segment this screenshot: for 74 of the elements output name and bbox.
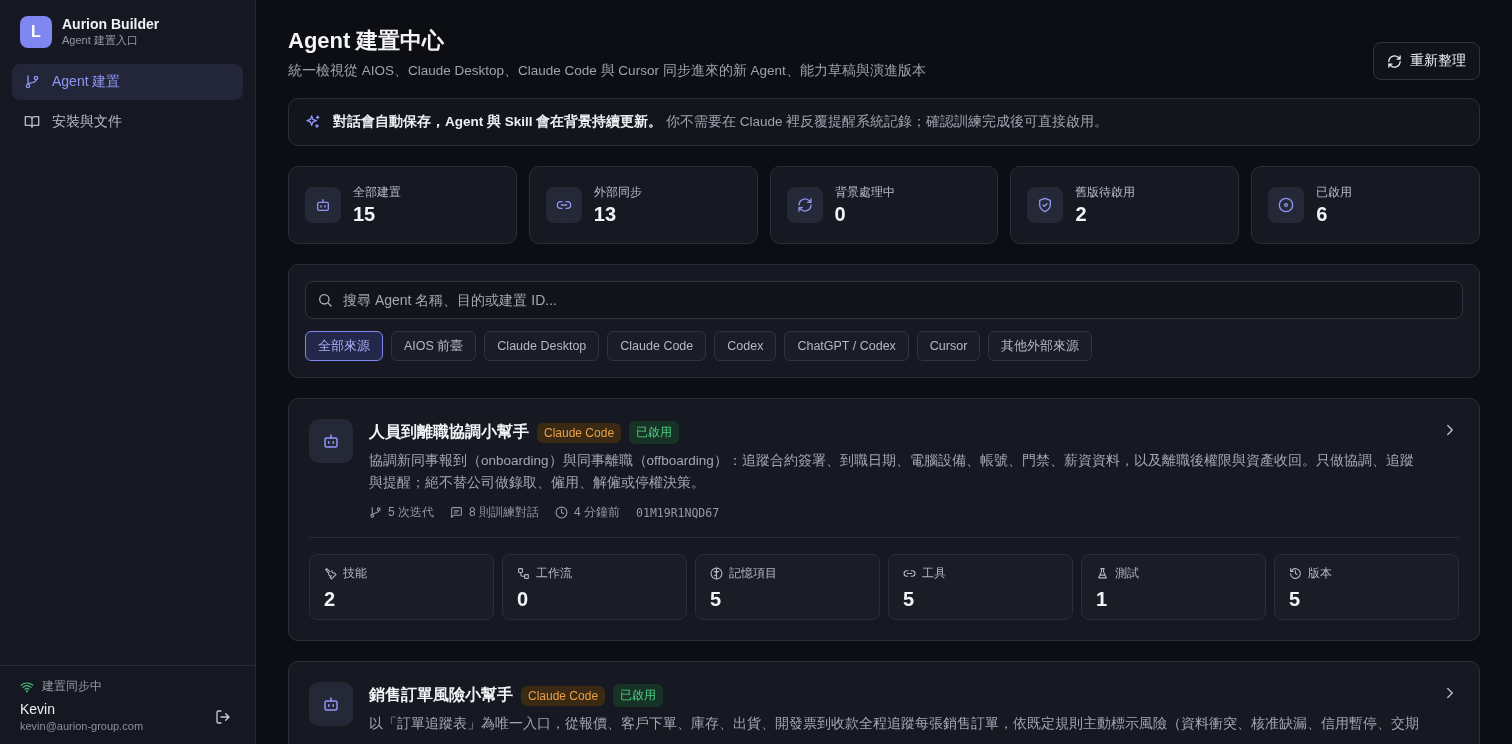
agent-name: 銷售訂單風險小幫手	[369, 685, 513, 705]
branch-icon	[24, 74, 40, 90]
agent-description: 協調新同事報到（onboarding）與同事離職（offboarding）：追蹤合約簽署、到職日期、電腦設備、帳號、門禁、薪資資料，以及離職後權限與資產收回。只做協調、追蹤與提醒；絕不替公司做錄取、僱用、解僱或停權決策。	[369, 452, 1415, 492]
sparkle-icon	[305, 114, 321, 130]
status-badge: 已啟用	[629, 421, 680, 444]
robot-icon	[305, 187, 341, 223]
metric-value: 0	[517, 588, 530, 611]
filter-chip[interactable]: 其他外部來源	[988, 331, 1093, 361]
user-email: kevin@aurion-group.com	[20, 720, 144, 732]
robot-icon	[309, 419, 353, 463]
filter-chip[interactable]: Claude Code	[607, 331, 707, 361]
refresh-icon	[786, 187, 823, 223]
page-title: Agent 建置中心	[288, 27, 446, 55]
source-badge: Claude Code	[521, 685, 606, 706]
app-title: Aurion Builder	[62, 16, 160, 32]
stat-label: 外部同步	[593, 184, 642, 201]
stat-value: 6	[1316, 203, 1329, 226]
metric-value: 2	[324, 588, 337, 611]
agent-name: 人員到離職協調小幫手	[369, 422, 529, 442]
metric-value: 5	[903, 588, 916, 611]
robot-icon	[309, 682, 353, 726]
stat-label: 舊版待啟用	[1075, 184, 1136, 201]
metric-value: 5	[710, 588, 723, 611]
stat-label: 全部建置	[353, 184, 401, 201]
app-subtitle: Agent 建置入口	[62, 33, 139, 48]
page-subtitle: 統一檢視從 AIOS、Claude Desktop、Claude Code 與 Cursor 同步進來的新 Agent、能力草稿與演進版本	[288, 62, 926, 80]
logout-icon	[215, 708, 231, 725]
filter-chip[interactable]: 全部來源	[305, 331, 383, 361]
stat-value: 0	[834, 203, 847, 226]
brand-logo: L	[20, 16, 52, 48]
metric-label: 工具	[922, 565, 946, 582]
source-badge: Claude Code	[537, 422, 622, 443]
filter-chip[interactable]: Cursor	[916, 331, 981, 361]
workflow-icon	[517, 567, 530, 580]
nav-item[interactable]: Agent 建置	[12, 64, 243, 100]
link-icon	[903, 567, 916, 580]
meta-text: 5 次迭代	[388, 504, 434, 521]
flask-icon	[1096, 567, 1109, 580]
shield-check-icon	[1027, 187, 1064, 223]
user-name: Kevin	[20, 701, 57, 717]
notice-text: 對話會自動保存，Agent 與 Skill 會在背景持續更新。 你不需要在 Claude 裡反覆提醒系統記錄；確認訓練完成後可直接啟用。	[333, 113, 1109, 131]
stat-value: 13	[593, 203, 618, 226]
wifi-icon	[20, 679, 34, 694]
metric-label: 技能	[343, 565, 367, 582]
stat-label: 已啟用	[1316, 184, 1353, 201]
clock-icon	[555, 506, 569, 519]
book-icon	[24, 114, 40, 130]
filter-chip[interactable]: Codex	[714, 331, 777, 361]
metric-value: 5	[1289, 588, 1302, 611]
metric-label: 測試	[1115, 565, 1139, 582]
agent-description: 以「訂單追蹤表」為唯一入口，從報價、客戶下單、庫存、出貨、開發票到收款全程追蹤每張銷售訂單，依既定規則主動標示風險（資料衝突、核准缺漏、信用暫停、交期	[369, 715, 1420, 733]
refresh-icon	[1387, 53, 1402, 69]
metric-value: 1	[1096, 588, 1109, 611]
status-badge: 已啟用	[613, 684, 664, 707]
search-field[interactable]: 搜尋 Agent 名稱、目的或建置 ID...	[305, 281, 1463, 319]
filter-chip[interactable]: Claude Desktop	[484, 331, 600, 361]
history-icon	[1289, 567, 1302, 580]
refresh-button[interactable]: 重新整理	[1373, 42, 1480, 80]
link-icon	[545, 187, 582, 223]
metric-label: 工作流	[536, 565, 572, 582]
meta-text: 8 則訓練對話	[469, 504, 540, 521]
meta-text: 4 分鐘前	[574, 504, 621, 521]
stat-label: 背景處理中	[834, 184, 895, 201]
filter-chip[interactable]: AIOS 前臺	[391, 331, 477, 361]
stat-value: 2	[1075, 203, 1088, 226]
nav-item[interactable]: 安裝與文件	[12, 104, 243, 140]
metric-label: 版本	[1308, 565, 1332, 582]
build-id: 01M19R1NQD67	[636, 505, 720, 520]
branch-icon	[369, 506, 382, 519]
metric-label: 記憶項目	[729, 565, 777, 582]
stat-value: 15	[353, 203, 377, 226]
sync-status: 建置同步中	[42, 678, 102, 695]
chat-icon	[450, 506, 463, 519]
filter-chip[interactable]: ChatGPT / Codex	[784, 331, 909, 361]
